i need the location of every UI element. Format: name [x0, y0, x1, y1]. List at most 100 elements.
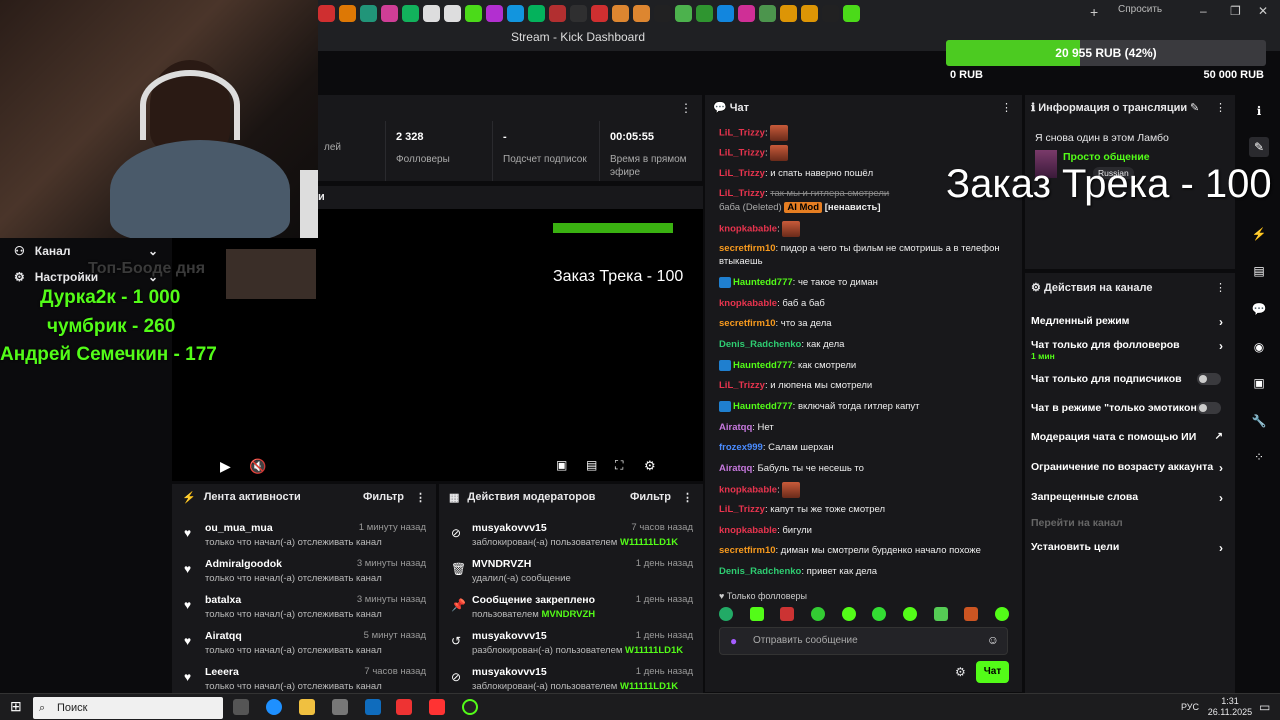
chat-username[interactable]: LiL_Trizzy	[719, 188, 765, 199]
chat-username[interactable]: frozex999	[719, 442, 763, 453]
browser-tab-icon[interactable]	[465, 4, 482, 22]
chat-input[interactable]: ● Отправить сообщение ☺	[719, 627, 1008, 655]
activity-menu-icon[interactable]: ⋮	[415, 491, 426, 504]
chat-username[interactable]: LiL_Trizzy	[719, 380, 765, 391]
windows-start-icon[interactable]: ⊞	[10, 698, 22, 715]
yandex-icon[interactable]	[429, 699, 445, 715]
mod-action-user[interactable]: musyakovvv15	[472, 522, 547, 534]
activity-user[interactable]: ou_mua_mua	[205, 522, 273, 534]
browser-tab-icon[interactable]	[549, 4, 566, 22]
browser-tab-icon[interactable]	[339, 4, 356, 22]
chat-username[interactable]: knopkabable	[719, 298, 777, 309]
chat-username[interactable]: Denis_Radchenko	[719, 339, 801, 350]
close-icon[interactable]: ✕	[1258, 4, 1268, 18]
browser-tab-icon[interactable]	[360, 4, 377, 22]
fullscreen-icon[interactable]: ⛶	[615, 458, 623, 473]
chat-username[interactable]: Hauntedd777	[733, 277, 793, 288]
chat-icon[interactable]: 💬	[1249, 299, 1269, 319]
emote-icon[interactable]	[964, 607, 979, 621]
browser-tab-icon[interactable]	[822, 4, 839, 22]
taskbar-search[interactable]: ⌕ Поиск	[33, 697, 223, 719]
mod-action-actor[interactable]: W11111LD1K	[620, 681, 678, 692]
browser-tab-icon[interactable]	[633, 4, 650, 22]
browser-tab-icon[interactable]	[738, 4, 755, 22]
browser-tab-icon[interactable]	[717, 4, 734, 22]
chat-settings-icon[interactable]: ⚙	[955, 665, 966, 679]
minimize-icon[interactable]: –	[1200, 4, 1207, 18]
ask-button[interactable]: Спросить	[1118, 4, 1162, 15]
info-icon[interactable]: ℹ	[1249, 101, 1269, 121]
toggle-switch[interactable]	[1197, 402, 1221, 414]
explorer-icon[interactable]	[299, 699, 315, 715]
settings-icon[interactable]: ⚙	[644, 458, 656, 474]
list-icon[interactable]: ▤	[1249, 261, 1269, 281]
mod-action-actor[interactable]: W11111LD1K	[620, 537, 678, 548]
emote-icon[interactable]	[841, 607, 856, 621]
browser-tab-icon[interactable]	[591, 4, 608, 22]
toggle-switch[interactable]	[1197, 373, 1221, 385]
browser-tab-icon[interactable]	[654, 4, 671, 22]
mod-actions-filter-button[interactable]: Фильтр	[630, 491, 671, 503]
emote-icon[interactable]	[810, 607, 825, 621]
chat-username[interactable]: Hauntedd777	[733, 360, 793, 371]
stats-menu-icon[interactable]: ⋮	[680, 101, 692, 115]
mod-action-actor[interactable]: W11111LD1K	[625, 645, 683, 656]
apps-icon[interactable]: ⁘	[1249, 447, 1269, 467]
theater-icon[interactable]: ▤	[586, 458, 597, 472]
emote-row[interactable]	[719, 607, 1009, 623]
browser-tab-icon[interactable]	[528, 4, 545, 22]
store-icon[interactable]	[332, 699, 348, 715]
broadcast-icon[interactable]: ◉	[1249, 337, 1269, 357]
browser-tab-icon[interactable]	[423, 4, 440, 22]
chat-menu-icon[interactable]: ⋮	[1001, 101, 1012, 114]
chat-send-button[interactable]: Чат	[976, 661, 1009, 683]
chat-username[interactable]: LiL_Trizzy	[719, 148, 765, 159]
browser-tab-icon[interactable]	[696, 4, 713, 22]
activity-user[interactable]: Admiralgoodok	[205, 558, 282, 570]
emote-icon[interactable]	[933, 607, 948, 621]
edit-icon[interactable]: ✎	[1190, 101, 1199, 114]
chat-username[interactable]: secretfirm10	[719, 243, 776, 254]
browser-tab-icon[interactable]	[318, 4, 335, 22]
edit-icon[interactable]: ✎	[1249, 137, 1269, 157]
emote-icon[interactable]	[749, 607, 764, 621]
maximize-icon[interactable]: ❐	[1230, 4, 1241, 18]
emote-icon[interactable]	[872, 607, 887, 621]
mod-actions-menu-icon[interactable]: ⋮	[682, 491, 693, 504]
browser-tab-icon[interactable]	[801, 4, 818, 22]
chat-username[interactable]: Denis_Radchenko	[719, 566, 801, 577]
activity-user[interactable]: Airatqq	[205, 630, 242, 642]
new-tab-icon[interactable]: +	[1090, 4, 1098, 20]
browser-tab-icon[interactable]	[486, 4, 503, 22]
activity-filter-button[interactable]: Фильтр	[363, 491, 404, 503]
chat-username[interactable]: knopkabable	[719, 525, 777, 536]
chat-username[interactable]: knopkabable	[719, 485, 777, 496]
channel-action[interactable]: Установить цели ›	[1031, 541, 1229, 555]
activity-user[interactable]: batalxa	[205, 594, 241, 606]
channel-action[interactable]: Чат только для подписчиков	[1031, 373, 1229, 385]
mod-action-user[interactable]: Сообщение закреплено	[472, 594, 595, 606]
browser-tab-icon[interactable]	[507, 4, 524, 22]
mod-action-actor[interactable]: MVNDRVZH	[541, 609, 595, 620]
layout-icon[interactable]: ▣	[1249, 373, 1269, 393]
channel-action[interactable]: Запрещенные слова ›	[1031, 491, 1229, 505]
emote-icon[interactable]	[994, 607, 1009, 621]
browser-tab-icon[interactable]	[612, 4, 629, 22]
browser-tab-icon[interactable]	[570, 4, 587, 22]
mod-action-user[interactable]: musyakovvv15	[472, 630, 547, 642]
mod-action-user[interactable]: musyakovvv15	[472, 666, 547, 678]
mic-icon[interactable]: ●	[730, 634, 737, 648]
activity-user[interactable]: Leeera	[205, 666, 239, 678]
chat-username[interactable]: LiL_Trizzy	[719, 504, 765, 515]
chat-username[interactable]: LiL_Trizzy	[719, 128, 765, 139]
chat-username[interactable]: Airatqq	[719, 463, 752, 474]
emote-icon[interactable]	[902, 607, 917, 621]
outlook-icon[interactable]	[365, 699, 381, 715]
notifications-icon[interactable]: ▭	[1259, 700, 1270, 714]
stream-info-menu-icon[interactable]: ⋮	[1215, 101, 1226, 114]
channel-actions-menu-icon[interactable]: ⋮	[1215, 281, 1226, 294]
wrench-icon[interactable]: 🔧	[1249, 411, 1269, 431]
yandex-browser-icon[interactable]	[396, 699, 412, 715]
mod-action-user[interactable]: MVNDRVZH	[472, 558, 531, 570]
browser-tab-icon[interactable]	[759, 4, 776, 22]
